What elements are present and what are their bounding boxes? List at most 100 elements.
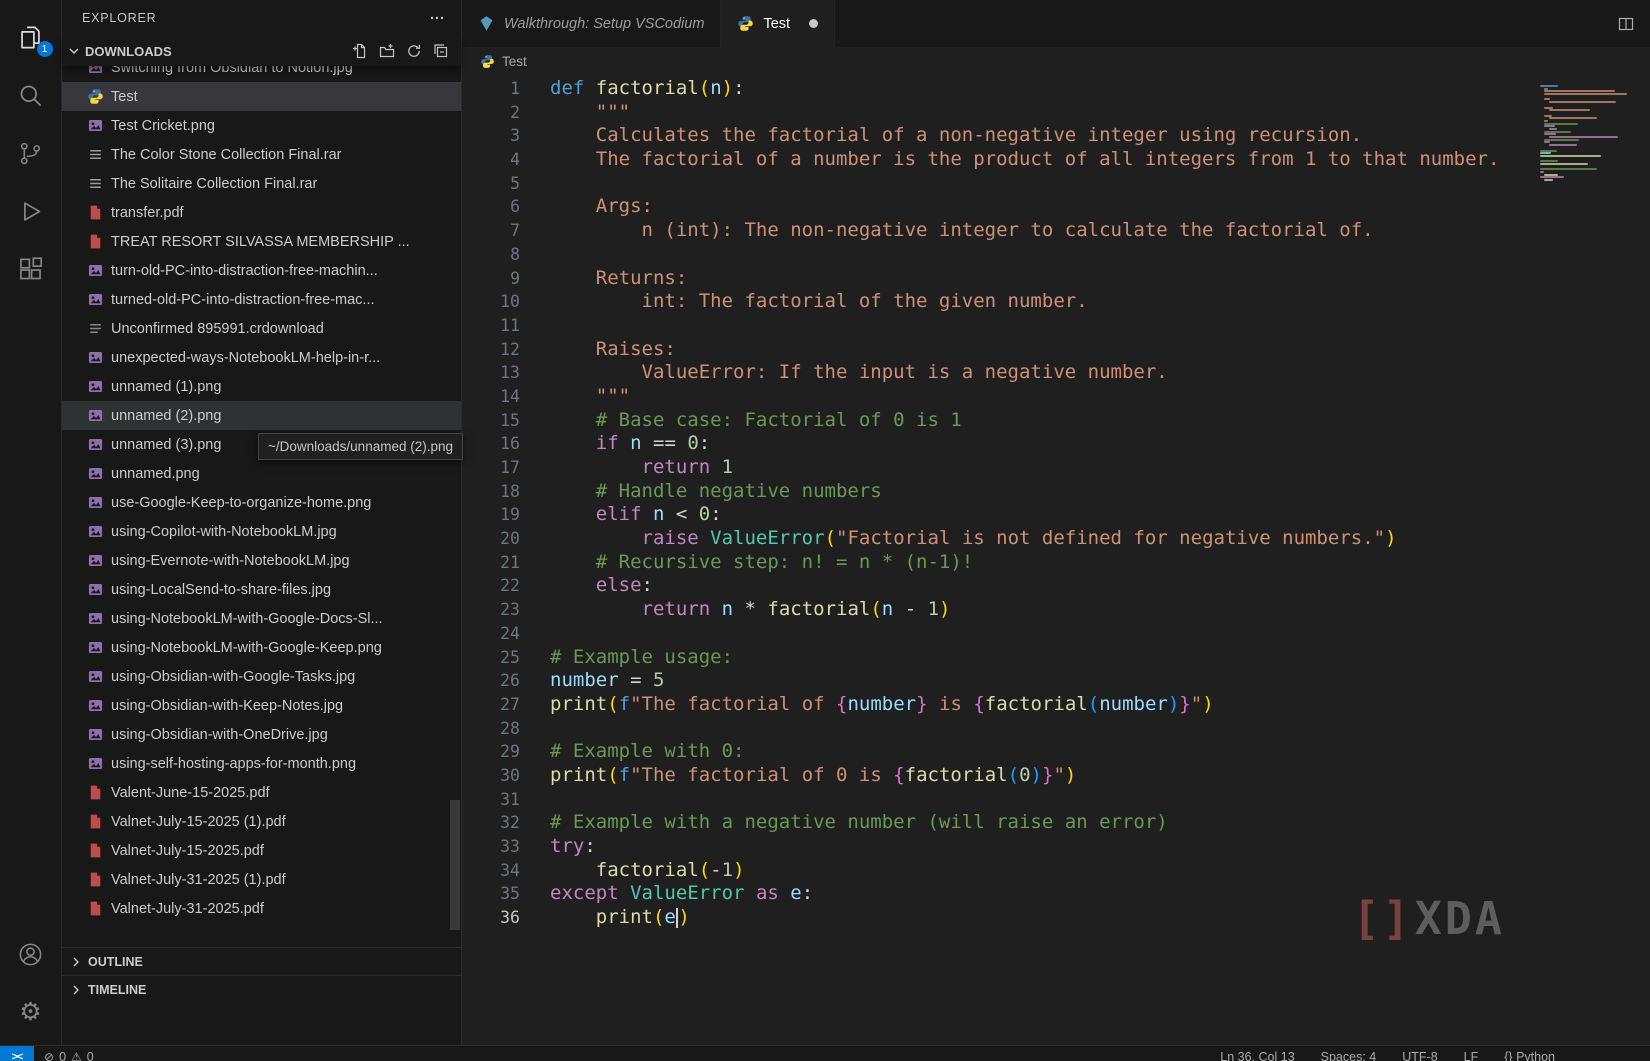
file-row[interactable]: using-Obsidian-with-OneDrive.jpg xyxy=(62,720,461,749)
line-number: 30 xyxy=(462,764,520,788)
file-row[interactable]: unnamed (1).png xyxy=(62,372,461,401)
activity-explorer[interactable]: 1 xyxy=(0,8,62,66)
line-number: 15 xyxy=(462,409,520,433)
downloads-section-header[interactable]: DOWNLOADS xyxy=(62,36,461,66)
file-row[interactable]: use-Google-Keep-to-organize-home.png xyxy=(62,488,461,517)
file-row[interactable]: using-Evernote-with-NotebookLM.jpg xyxy=(62,546,461,575)
code-line[interactable]: 14 """ xyxy=(462,385,1650,409)
code-line[interactable]: 26number = 5 xyxy=(462,669,1650,693)
file-row[interactable]: Switching from Obsidian to Notion.jpg xyxy=(62,66,461,82)
file-row[interactable]: The Color Stone Collection Final.rar xyxy=(62,140,461,169)
code-line[interactable]: 27print(f"The factorial of {number} is {… xyxy=(462,693,1650,717)
code-line[interactable]: 19 elif n < 0: xyxy=(462,503,1650,527)
file-row[interactable]: transfer.pdf xyxy=(62,198,461,227)
file-row[interactable]: Test Cricket.png xyxy=(62,111,461,140)
status-indentation[interactable]: Spaces: 4 xyxy=(1321,1050,1377,1061)
file-row[interactable]: turn-old-PC-into-distraction-free-machin… xyxy=(62,256,461,285)
status-encoding[interactable]: UTF-8 xyxy=(1402,1050,1437,1061)
image-icon xyxy=(87,117,104,134)
sidebar-section-timeline[interactable]: TIMELINE xyxy=(62,975,461,1003)
minimap[interactable] xyxy=(1540,85,1636,182)
code-line[interactable]: 2 """ xyxy=(462,101,1650,125)
status-cursor-position[interactable]: Ln 36, Col 13 xyxy=(1220,1050,1294,1061)
activity-run-debug[interactable] xyxy=(0,182,62,240)
split-editor-icon[interactable] xyxy=(1618,16,1634,32)
file-row[interactable]: turned-old-PC-into-distraction-free-mac.… xyxy=(62,285,461,314)
activity-search[interactable] xyxy=(0,66,62,124)
python-icon xyxy=(87,88,104,105)
problems-status[interactable]: ⊘ 0 ⚠ 0 xyxy=(44,1050,94,1061)
code-line[interactable]: 4 The factorial of a number is the produ… xyxy=(462,148,1650,172)
image-icon xyxy=(87,378,104,395)
file-row[interactable]: unnamed (2).png xyxy=(62,401,461,430)
file-name: Test xyxy=(111,89,138,105)
code-line[interactable]: 31 xyxy=(462,788,1650,812)
file-row[interactable]: using-NotebookLM-with-Google-Docs-Sl... xyxy=(62,604,461,633)
status-eol[interactable]: LF xyxy=(1464,1050,1479,1061)
tab-test[interactable]: Test xyxy=(721,0,835,47)
file-row[interactable]: Valent-June-15-2025.pdf xyxy=(62,778,461,807)
code-line[interactable]: 12 Raises: xyxy=(462,338,1650,362)
code-line[interactable]: 29# Example with 0: xyxy=(462,740,1650,764)
file-row[interactable]: unexpected-ways-NotebookLM-help-in-r... xyxy=(62,343,461,372)
code-editor[interactable]: 1def factorial(n):2 """3 Calculates the … xyxy=(462,75,1650,1045)
new-file-icon[interactable] xyxy=(352,43,368,59)
file-row[interactable]: using-Obsidian-with-Google-Tasks.jpg xyxy=(62,662,461,691)
code-line[interactable]: 9 Returns: xyxy=(462,267,1650,291)
collapse-all-icon[interactable] xyxy=(433,43,449,59)
code-line[interactable]: 34 factorial(-1) xyxy=(462,859,1650,883)
code-line[interactable]: 8 xyxy=(462,243,1650,267)
code-line[interactable]: 6 Args: xyxy=(462,195,1650,219)
code-line[interactable]: 10 int: The factorial of the given numbe… xyxy=(462,290,1650,314)
new-folder-icon[interactable] xyxy=(379,43,395,59)
tab-walkthrough-setup-vscodium[interactable]: Walkthrough: Setup VSCodium xyxy=(462,0,721,47)
code-line[interactable]: 3 Calculates the factorial of a non-nega… xyxy=(462,124,1650,148)
code-line[interactable]: 18 # Handle negative numbers xyxy=(462,480,1650,504)
code-line[interactable]: 20 raise ValueError("Factorial is not de… xyxy=(462,527,1650,551)
file-row[interactable]: using-NotebookLM-with-Google-Keep.png xyxy=(62,633,461,662)
activity-source-control[interactable] xyxy=(0,124,62,182)
code-line[interactable]: 1def factorial(n): xyxy=(462,77,1650,101)
file-row[interactable]: The Solitaire Collection Final.rar xyxy=(62,169,461,198)
code-line[interactable]: 7 n (int): The non-negative integer to c… xyxy=(462,219,1650,243)
file-row[interactable]: using-self-hosting-apps-for-month.png xyxy=(62,749,461,778)
file-row[interactable]: using-Obsidian-with-Keep-Notes.jpg xyxy=(62,691,461,720)
remote-indicator[interactable]: >< xyxy=(0,1046,34,1061)
code-line[interactable]: 32# Example with a negative number (will… xyxy=(462,811,1650,835)
code-line[interactable]: 5 xyxy=(462,172,1650,196)
sidebar-scrollbar[interactable] xyxy=(450,800,460,930)
code-line[interactable]: 16 if n == 0: xyxy=(462,432,1650,456)
sidebar-section-outline[interactable]: OUTLINE xyxy=(62,947,461,975)
file-row[interactable]: using-Copilot-with-NotebookLM.jpg xyxy=(62,517,461,546)
code-line[interactable]: 24 xyxy=(462,622,1650,646)
code-line[interactable]: 15 # Base case: Factorial of 0 is 1 xyxy=(462,409,1650,433)
activity-settings[interactable]: ⚙ xyxy=(0,983,62,1041)
activity-extensions[interactable] xyxy=(0,240,62,298)
file-row[interactable]: Valnet-July-15-2025.pdf xyxy=(62,836,461,865)
activity-account[interactable] xyxy=(0,925,62,983)
file-row[interactable]: unnamed.png xyxy=(62,459,461,488)
file-row[interactable]: TREAT RESORT SILVASSA MEMBERSHIP ... xyxy=(62,227,461,256)
file-row[interactable]: Valnet-July-15-2025 (1).pdf xyxy=(62,807,461,836)
file-row[interactable]: using-LocalSend-to-share-files.jpg xyxy=(62,575,461,604)
file-row[interactable]: Valnet-July-31-2025 (1).pdf xyxy=(62,865,461,894)
code-line[interactable]: 25# Example usage: xyxy=(462,646,1650,670)
file-row[interactable]: Valnet-July-31-2025.pdf xyxy=(62,894,461,923)
chevron-right-icon xyxy=(68,982,84,998)
refresh-icon[interactable] xyxy=(406,43,422,59)
breadcrumb[interactable]: Test xyxy=(462,47,1650,75)
file-row[interactable]: Test xyxy=(62,82,461,111)
code-line[interactable]: 28 xyxy=(462,717,1650,741)
code-line[interactable]: 30print(f"The factorial of 0 is {factori… xyxy=(462,764,1650,788)
code-line[interactable]: 13 ValueError: If the input is a negativ… xyxy=(462,361,1650,385)
section-label: OUTLINE xyxy=(88,955,143,969)
code-line[interactable]: 33try: xyxy=(462,835,1650,859)
status-language[interactable]: {} Python xyxy=(1504,1050,1555,1061)
file-row[interactable]: Unconfirmed 895991.crdownload xyxy=(62,314,461,343)
code-line[interactable]: 22 else: xyxy=(462,574,1650,598)
code-line[interactable]: 21 # Recursive step: n! = n * (n-1)! xyxy=(462,551,1650,575)
code-line[interactable]: 17 return 1 xyxy=(462,456,1650,480)
more-actions-icon[interactable] xyxy=(429,10,445,26)
code-line[interactable]: 11 xyxy=(462,314,1650,338)
code-line[interactable]: 23 return n * factorial(n - 1) xyxy=(462,598,1650,622)
